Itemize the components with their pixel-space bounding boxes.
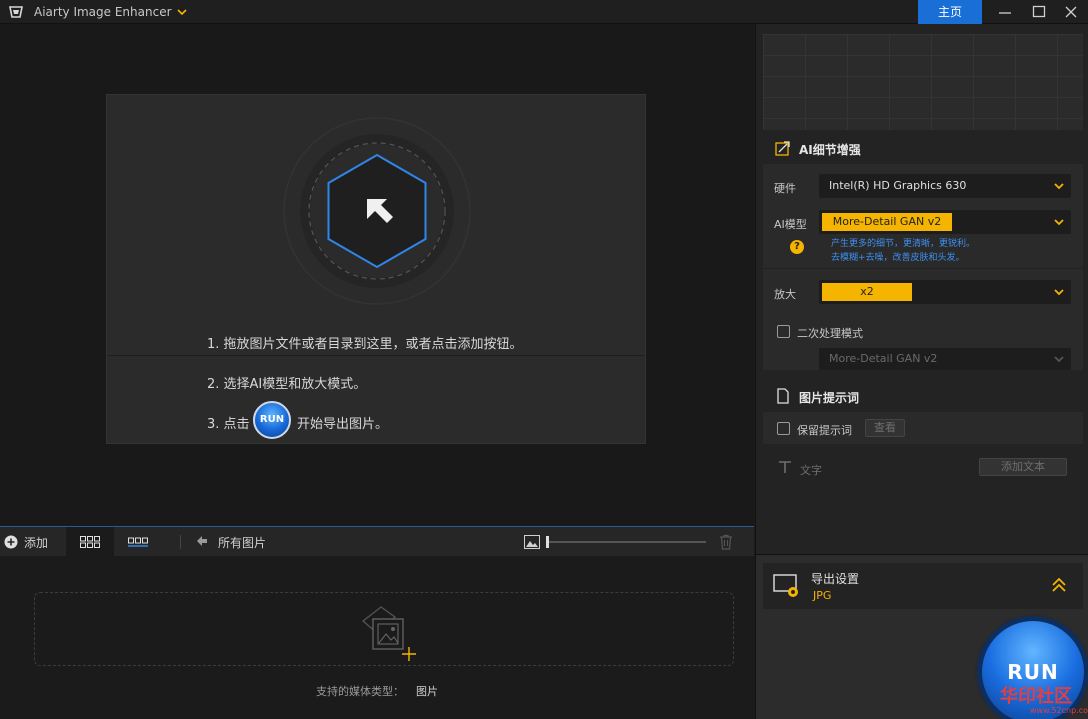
second-pass-model-select[interactable]: More-Detail GAN v2 [819, 348, 1071, 370]
image-size-icon [524, 535, 540, 549]
media-toolbar: 添加 所有图片 [0, 526, 754, 557]
watermark-text: 华印社区 [1000, 686, 1072, 707]
media-drop-zone[interactable] [34, 592, 734, 666]
grid-view-button[interactable] [66, 527, 114, 557]
arrow-left-icon[interactable] [196, 535, 208, 547]
app-title: Aiarty Image Enhancer [34, 5, 172, 19]
minimize-icon [999, 12, 1011, 14]
export-title: 导出设置 [811, 572, 860, 586]
grid-view-icon [80, 536, 100, 548]
ai-model-select[interactable]: More-Detail GAN v2 [819, 210, 1071, 234]
view-prompt-button[interactable]: 查看 [865, 419, 905, 437]
watermark-url: www.52cnp.com [1030, 706, 1088, 715]
thumbnail-size-slider[interactable] [548, 541, 706, 543]
step-3-text: 3. 点击 [207, 417, 250, 432]
chevron-down-icon[interactable] [176, 6, 188, 18]
chevron-down-icon [1054, 289, 1064, 296]
title-bar: Aiarty Image Enhancer 主页 [0, 0, 1088, 24]
minimize-button[interactable] [988, 0, 1022, 24]
enhance-icon [775, 141, 790, 156]
add-media-icon[interactable] [355, 603, 427, 661]
add-file-hexagon-icon[interactable] [281, 115, 473, 307]
supported-types-label: 支持的媒体类型： [316, 685, 404, 698]
text-label: 文字 [800, 464, 822, 477]
close-button[interactable] [1054, 0, 1088, 24]
supported-types-value: 图片 [416, 685, 438, 698]
model-description-2: 去模糊+去噪，改善皮肤和头发。 [831, 253, 965, 263]
ai-settings-box: 硬件 Intel(R) HD Graphics 630 AI模型 More-De… [763, 164, 1083, 370]
step-2-text: 2. 选择AI模型和放大模式。 [207, 377, 367, 392]
maximize-button[interactable] [1022, 0, 1056, 24]
add-text-button[interactable]: 添加文本 [979, 458, 1067, 476]
hardware-value: Intel(R) HD Graphics 630 [829, 179, 967, 192]
preview-thumbnail [763, 34, 1083, 130]
scale-select[interactable]: x2 [819, 280, 1071, 304]
chevron-down-icon [1054, 219, 1064, 226]
maximize-icon [1032, 5, 1046, 18]
chevron-down-icon [1054, 356, 1064, 363]
ai-model-value: More-Detail GAN v2 [822, 213, 952, 231]
trash-icon[interactable] [719, 534, 733, 550]
second-pass-checkbox[interactable] [777, 325, 790, 338]
plus-circle-icon [4, 535, 18, 549]
ai-box-divider [763, 268, 1083, 269]
card-divider [107, 355, 645, 356]
settings-panel: AI细节增强 硬件 Intel(R) HD Graphics 630 AI模型 … [755, 24, 1088, 719]
media-list-area: 支持的媒体类型： 图片 [0, 556, 754, 719]
ai-section-header: AI细节增强 [799, 143, 861, 157]
chevron-down-icon [1054, 183, 1064, 190]
close-icon [1065, 6, 1077, 18]
home-button[interactable]: 主页 [918, 0, 982, 24]
work-area: 1. 拖放图片文件或者目录到这里，或者点击添加按钮。 2. 选择AI模型和放大模… [0, 24, 754, 526]
keep-prompt-checkbox[interactable] [777, 422, 790, 435]
add-label: 添加 [24, 536, 49, 550]
export-format: JPG [813, 589, 832, 602]
hardware-select[interactable]: Intel(R) HD Graphics 630 [819, 174, 1071, 198]
all-images-label[interactable]: 所有图片 [218, 534, 266, 551]
hardware-label: 硬件 [774, 182, 796, 195]
chevron-double-up-icon[interactable] [1051, 577, 1067, 593]
model-description-1: 产生更多的细节，更清晰，更锐利。 [831, 239, 976, 249]
ai-model-label: AI模型 [774, 218, 807, 231]
step-3-suffix: 开始导出图片。 [297, 417, 389, 432]
app-logo-icon [9, 6, 23, 18]
scale-label: 放大 [774, 288, 796, 301]
second-pass-label: 二次处理模式 [797, 327, 863, 340]
step-1-text: 1. 拖放图片文件或者目录到这里，或者点击添加按钮。 [207, 337, 523, 352]
export-settings-box[interactable]: 导出设置 JPG [763, 563, 1083, 609]
slider-thumb[interactable] [546, 536, 549, 548]
text-icon [779, 461, 791, 473]
filmstrip-view-button[interactable] [118, 527, 158, 557]
prompt-section-header: 图片提示词 [799, 391, 860, 405]
drop-zone[interactable]: 1. 拖放图片文件或者目录到这里，或者点击添加按钮。 2. 选择AI模型和放大模… [106, 94, 646, 444]
help-icon[interactable]: ? [790, 240, 804, 254]
export-settings-icon [773, 574, 798, 597]
prompt-settings-box: 保留提示词 查看 [763, 412, 1083, 444]
filmstrip-view-icon [128, 537, 148, 547]
second-pass-model-value: More-Detail GAN v2 [829, 352, 938, 365]
run-mini-icon: RUN [253, 401, 291, 439]
scale-value: x2 [822, 283, 912, 301]
document-icon [777, 388, 789, 404]
keep-prompt-label: 保留提示词 [797, 424, 852, 437]
toolbar-separator [180, 535, 181, 549]
